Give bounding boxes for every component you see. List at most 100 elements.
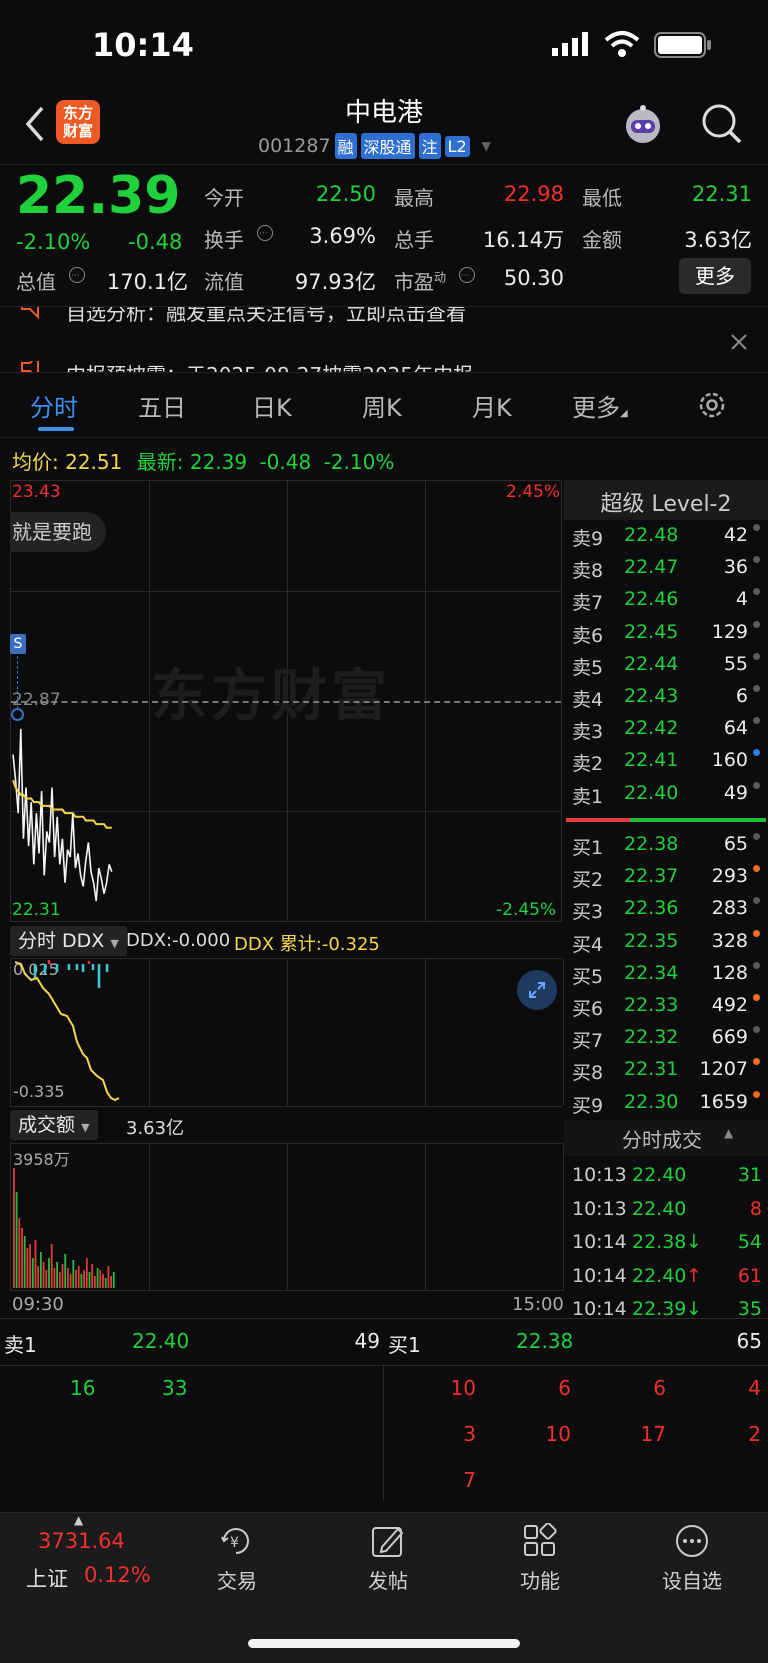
settings-icon[interactable] xyxy=(696,389,728,421)
ask-dot-icon xyxy=(753,588,760,596)
ask-dot-icon xyxy=(753,685,760,692)
info-icon[interactable]: ··· xyxy=(458,266,476,284)
bid-price: 22.30 xyxy=(624,1090,679,1113)
trade-arrow: ↓ xyxy=(686,1298,702,1320)
bid-row[interactable]: 买2 22.37 293 xyxy=(566,861,768,893)
bid-dot-icon xyxy=(753,1090,760,1098)
bid-level-label: 买5 xyxy=(572,965,604,988)
info-icon[interactable]: ··· xyxy=(68,266,86,284)
tab-more[interactable]: 更多◢ xyxy=(572,388,628,423)
trade-arrow: ↓ xyxy=(686,1231,702,1253)
label-float-cap: 流值 xyxy=(204,270,244,294)
ask-price: 22.46 xyxy=(624,588,679,611)
bid-row[interactable]: 买5 22.34 128 xyxy=(566,958,768,990)
label-open: 今开 xyxy=(204,186,244,210)
label-volume: 总手 xyxy=(394,228,434,252)
notice-1[interactable]: 自选分析：融发重点关注信号，立即点击查看 xyxy=(66,307,466,326)
label-high: 最高 xyxy=(394,186,434,210)
battery-icon xyxy=(654,32,711,58)
search-icon[interactable] xyxy=(700,102,744,146)
bid-row[interactable]: 买4 22.35 328 xyxy=(566,926,768,958)
buy-queue-order: 4 xyxy=(748,1376,761,1400)
notice-area[interactable]: 自选分析：融发重点关注信号，立即点击查看 中报预披露：于2025-08-27披露… xyxy=(0,306,768,373)
bid-row[interactable]: 买9 22.30 1659 xyxy=(566,1087,768,1119)
bottom-tab-bar: ▲ 3731.64 上证 0.12% ¥ 交易 发帖 功能 设自选 xyxy=(0,1512,768,1663)
ask-row[interactable]: 卖7 22.46 4 xyxy=(566,584,768,616)
pct-bottom-label: -2.45% xyxy=(496,900,557,920)
more-quote-button[interactable]: 更多 xyxy=(679,258,751,294)
volume-chart[interactable]: 3958万 xyxy=(10,1142,564,1291)
info-icon[interactable]: ··· xyxy=(256,224,274,242)
tab-trade[interactable]: 交易 xyxy=(192,1565,282,1594)
ask-dot-icon xyxy=(753,620,760,628)
index-name[interactable]: 上证 xyxy=(26,1563,68,1593)
stock-subtitle[interactable]: 001287 融 深股通 注 L2 ▼ xyxy=(258,132,491,160)
ask-dot-icon xyxy=(753,717,760,725)
volume-bar xyxy=(61,1264,64,1288)
trades-header[interactable]: 分时成交 ▲ xyxy=(564,1120,768,1156)
ask-row[interactable]: 卖5 22.44 55 xyxy=(566,649,768,681)
ask-price: 22.41 xyxy=(624,749,679,772)
trade-volume: 31 xyxy=(737,1164,762,1186)
bid-level-label: 买2 xyxy=(572,869,604,892)
volume-bar xyxy=(67,1268,69,1288)
ask-row[interactable]: 卖2 22.41 160 xyxy=(566,745,768,777)
signal-marker[interactable]: S xyxy=(10,634,26,654)
bid-row[interactable]: 买7 22.32 669 xyxy=(566,1022,768,1054)
ask-row[interactable]: 卖3 22.42 64 xyxy=(566,713,768,745)
svg-text:···: ··· xyxy=(71,271,80,281)
ask-volume: 129 xyxy=(711,620,748,643)
ask-level-label: 卖6 xyxy=(572,624,604,647)
robot-assistant-icon[interactable] xyxy=(620,102,666,148)
ask-volume: 4 xyxy=(735,588,748,611)
speaker-icon xyxy=(21,307,39,320)
ask-price: 22.45 xyxy=(624,620,679,643)
bid-volume: 1659 xyxy=(699,1090,748,1113)
grid-icon[interactable] xyxy=(522,1523,558,1559)
more-icon[interactable] xyxy=(674,1523,710,1559)
bid-level-label: 买6 xyxy=(572,998,604,1020)
index-change[interactable]: 0.12% xyxy=(84,1563,151,1587)
queue-sell-label: 卖1 xyxy=(4,1333,37,1357)
notice-2[interactable]: 中报预披露：于2025-08-27披露2025年中报 xyxy=(66,359,473,373)
tab-daily-k[interactable]: 日K xyxy=(252,388,292,423)
index-value[interactable]: 3731.64 xyxy=(38,1529,125,1553)
ask-row[interactable]: 卖4 22.43 6 xyxy=(566,681,768,713)
close-icon[interactable] xyxy=(730,333,748,351)
bid-price: 22.34 xyxy=(624,961,679,984)
ddx-chart[interactable]: 0.025 -0.335 xyxy=(10,958,564,1106)
tab-add-watchlist[interactable]: 设自选 xyxy=(647,1565,737,1594)
tab-post[interactable]: 发帖 xyxy=(343,1565,433,1594)
buy-queue-order: 7 xyxy=(463,1468,476,1492)
bid-volume: 65 xyxy=(723,833,748,855)
volume-bar xyxy=(75,1270,77,1288)
tab-five-day[interactable]: 五日 xyxy=(138,388,186,423)
y-top-label: 23.43 xyxy=(12,482,61,502)
bid-row[interactable]: 买1 22.38 65 xyxy=(566,829,768,861)
volume-selector[interactable]: 成交额 ▼ xyxy=(10,1110,98,1140)
ask-row[interactable]: 卖6 22.45 129 xyxy=(566,617,768,649)
ask-row[interactable]: 卖9 22.48 42 xyxy=(566,520,768,552)
bid-row[interactable]: 买3 22.36 283 xyxy=(566,893,768,925)
collapse-icon[interactable]: ▲ xyxy=(724,1126,733,1140)
yen-icon[interactable]: ¥ xyxy=(218,1523,254,1559)
buy-queue-order: 6 xyxy=(558,1376,571,1400)
bid-row[interactable]: 买8 22.31 1207 xyxy=(566,1054,768,1086)
ask-row[interactable]: 卖1 22.40 49 xyxy=(566,778,768,810)
bid-row[interactable]: 买6 22.33 492 xyxy=(566,990,768,1022)
order-book-header[interactable]: 超级 Level-2 xyxy=(564,480,768,520)
edit-icon[interactable] xyxy=(370,1523,406,1559)
bid-level-label: 买3 xyxy=(572,901,604,924)
volume-bar xyxy=(15,1192,18,1288)
ticker-bubble[interactable]: 就是要跑 xyxy=(10,512,106,552)
tab-intraday[interactable]: 分时 xyxy=(30,388,78,423)
ddx-selector[interactable]: 分时 DDX ▼ xyxy=(10,926,127,956)
tab-weekly-k[interactable]: 周K xyxy=(362,388,402,423)
ask-price: 22.42 xyxy=(624,717,679,740)
order-book-title: 超级 Level-2 xyxy=(600,492,732,517)
value-low: 22.31 xyxy=(691,182,752,206)
expand-icon[interactable] xyxy=(517,970,557,1010)
tab-monthly-k[interactable]: 月K xyxy=(472,388,512,423)
ask-row[interactable]: 卖8 22.47 36 xyxy=(566,552,768,584)
tab-functions[interactable]: 功能 xyxy=(495,1565,585,1594)
